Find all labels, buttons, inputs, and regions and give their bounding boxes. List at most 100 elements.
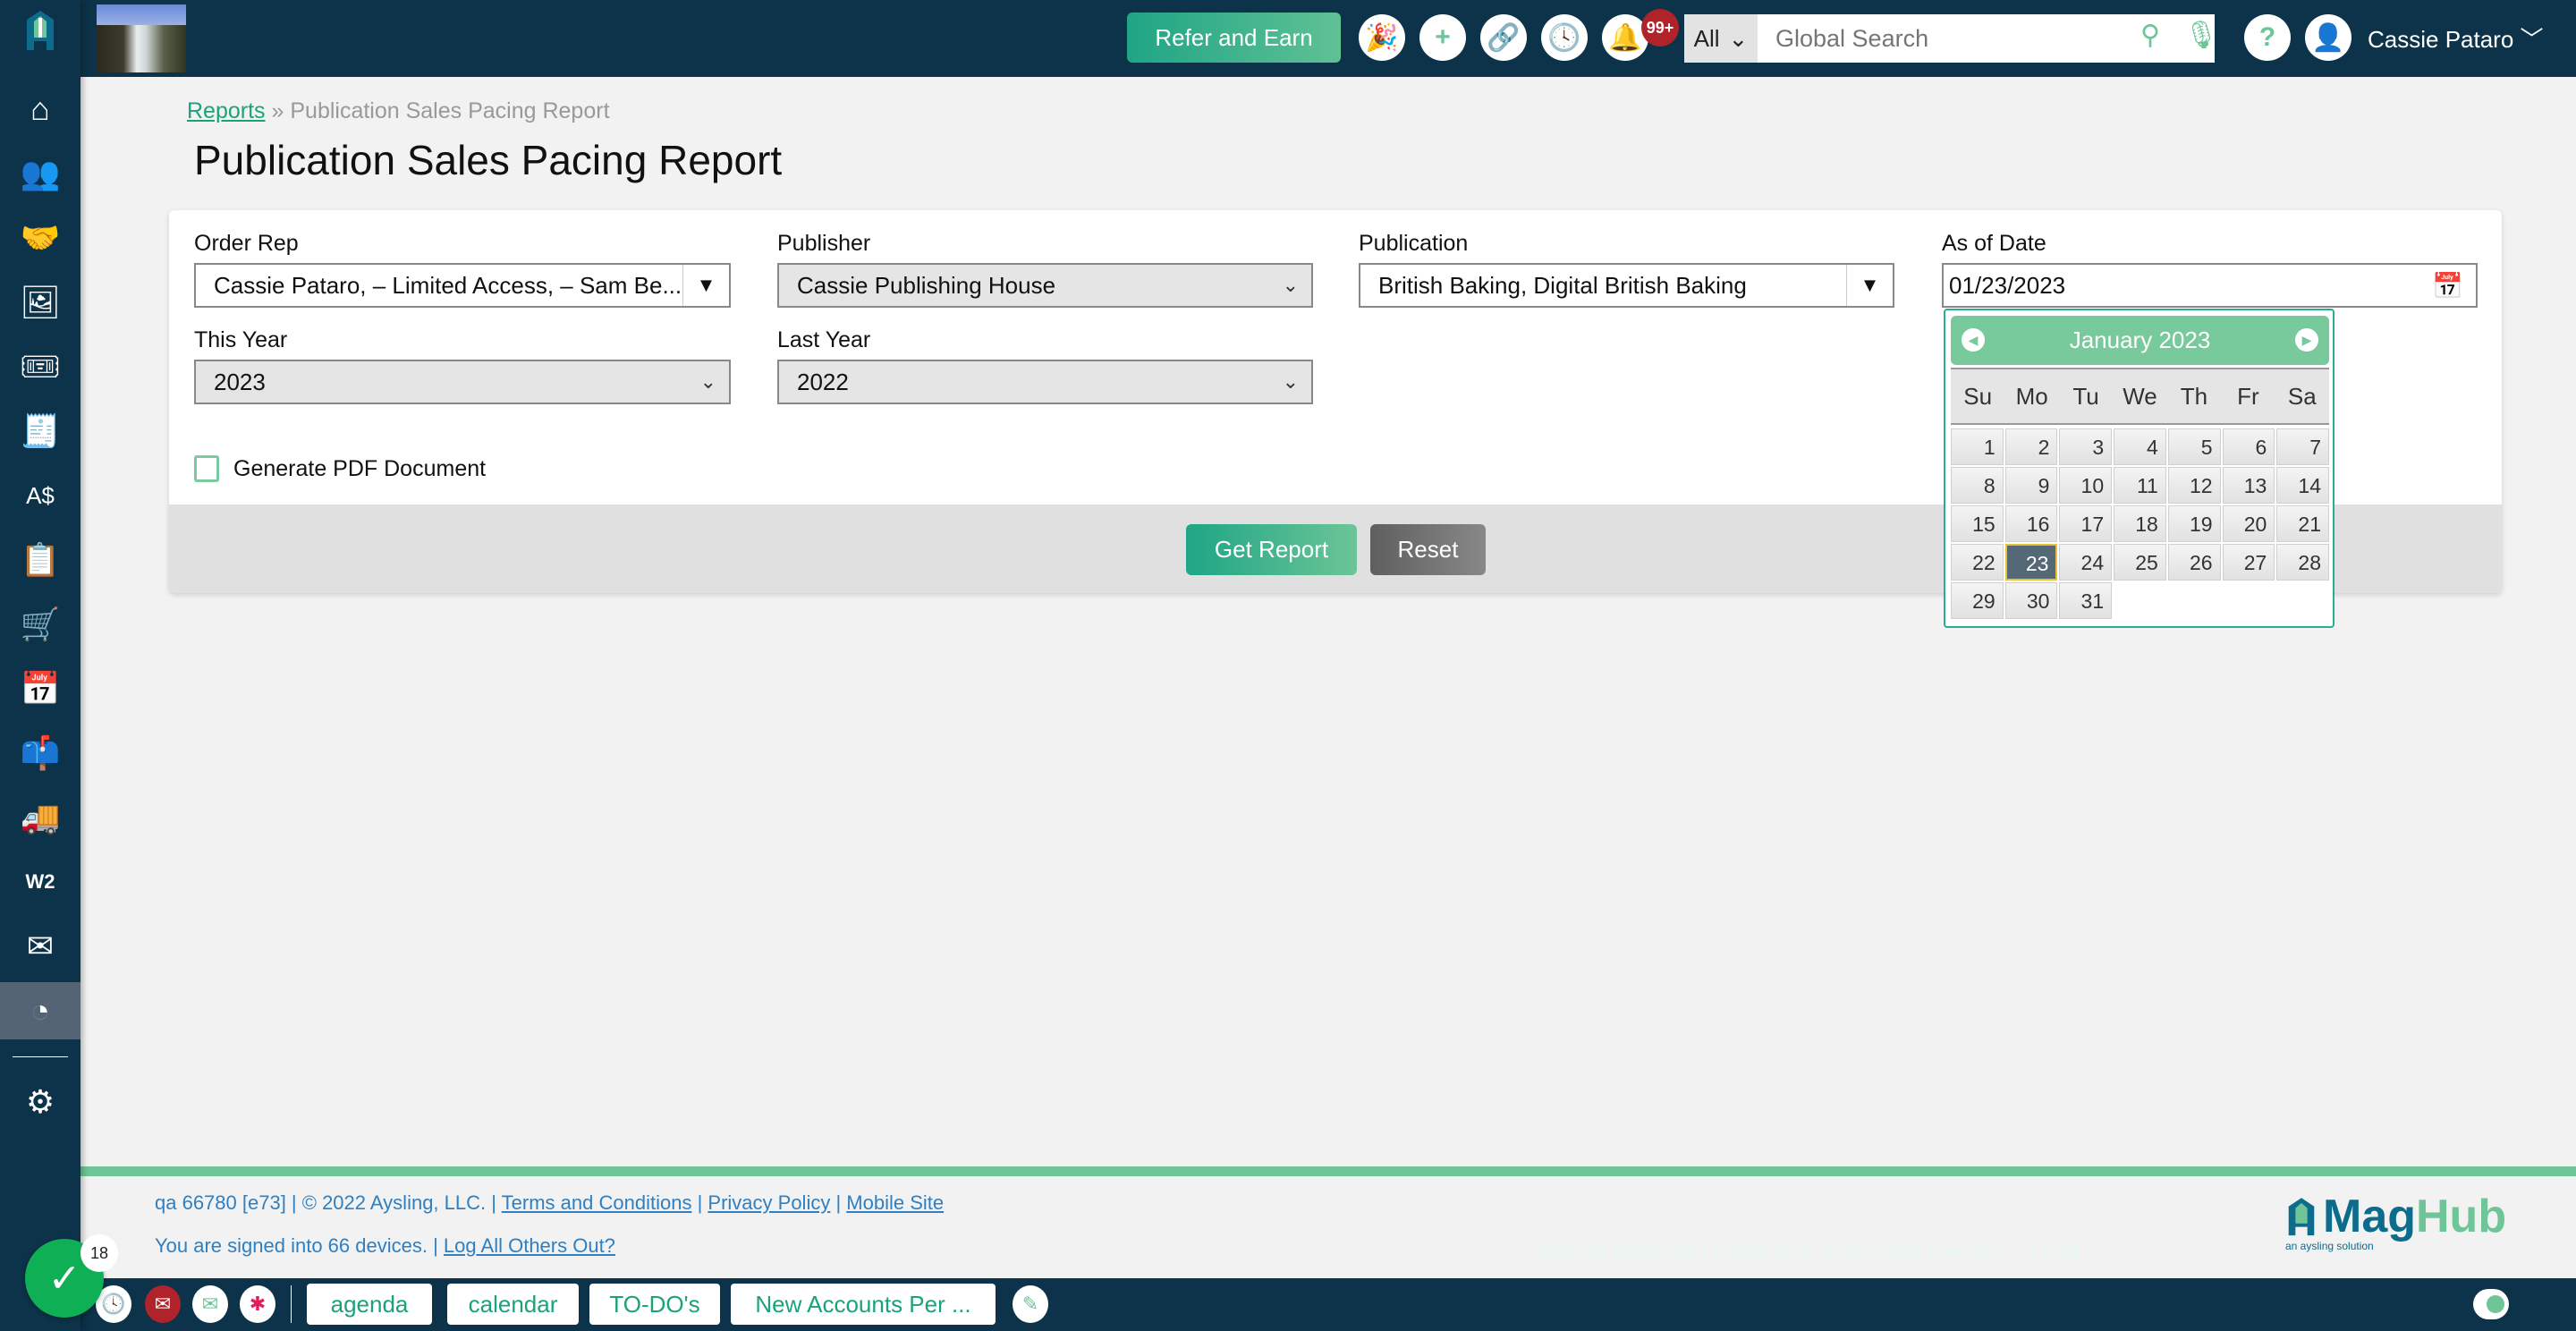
handshake-icon[interactable]: 🤝 [0, 209, 80, 267]
w2-icon[interactable]: W2 [0, 853, 80, 911]
publication-select[interactable]: British Baking, Digital British Baking ▼ [1359, 263, 1894, 308]
home-icon[interactable]: ⌂ [0, 81, 80, 138]
dropdown-triangle-icon[interactable]: ▼ [682, 265, 729, 306]
calendar-day[interactable]: 24 [2059, 544, 2113, 581]
calendar-day[interactable]: 19 [2167, 505, 2221, 542]
breadcrumb-current: Publication Sales Pacing Report [290, 98, 610, 123]
order-rep-select[interactable]: Cassie Pataro, – Limited Access, – Sam B… [194, 263, 731, 308]
as-of-date-label: As of Date [1942, 231, 2046, 256]
calendar-day[interactable]: 11 [2114, 467, 2166, 504]
cart-icon[interactable]: 🛒 [0, 596, 80, 653]
sidebar-divider [13, 1056, 68, 1057]
calendar-day[interactable]: 6 [2222, 428, 2275, 465]
privacy-link[interactable]: Privacy Policy [708, 1191, 830, 1214]
contacts-icon[interactable]: 👥 [0, 145, 80, 202]
breadcrumb-separator: » [271, 98, 284, 123]
this-year-select[interactable]: 2023 ⌄ [194, 360, 731, 404]
slack-icon[interactable]: ✱ [240, 1285, 275, 1323]
calendar-day[interactable]: 21 [2276, 505, 2329, 542]
calendar-icon[interactable]: 📅 [2432, 271, 2463, 301]
reset-button[interactable]: Reset [1370, 524, 1486, 575]
breadcrumb-reports-link[interactable]: Reports [187, 98, 266, 123]
calendar-day[interactable]: 7 [2276, 428, 2329, 465]
refer-and-earn-button[interactable]: Refer and Earn [1127, 13, 1341, 63]
calendar-day[interactable]: 25 [2114, 544, 2166, 581]
calendar-day[interactable]: 2 [2004, 428, 2058, 465]
ap-ar-icon[interactable]: A$ [0, 467, 80, 524]
calendar-day[interactable]: 1 [1951, 428, 2004, 465]
microphone-icon[interactable]: 🎙 [2184, 20, 2218, 51]
get-report-button[interactable]: Get Report [1186, 524, 1357, 575]
calendar-day[interactable]: 5 [2167, 428, 2221, 465]
calendar-day[interactable]: 9 [2004, 467, 2058, 504]
calendar-day[interactable]: 13 [2222, 467, 2275, 504]
tab-agenda[interactable]: agenda [307, 1284, 432, 1325]
tab-todos[interactable]: TO-DO's [589, 1284, 720, 1325]
envelope-icon[interactable]: ✉ [0, 918, 80, 975]
calendar-day[interactable]: 3 [2059, 428, 2113, 465]
calendar-day[interactable]: 22 [1951, 544, 2004, 581]
maghub-logo-icon[interactable] [21, 11, 59, 55]
pencil-icon[interactable]: ✎ [1013, 1285, 1048, 1323]
mailbox-icon[interactable]: 📫 [0, 725, 80, 782]
search-icon[interactable]: ⚲ [2140, 20, 2160, 51]
dropdown-triangle-icon[interactable]: ▼ [1846, 265, 1893, 306]
calendar-header: ◀ January 2023 ▶ [1951, 316, 2329, 365]
invoice-icon[interactable]: 🧾 [0, 403, 80, 460]
last-year-value: 2022 [797, 368, 849, 395]
party-popper-icon[interactable]: 🎉 [1359, 14, 1405, 61]
calendar-star-icon[interactable]: 📅 [0, 660, 80, 717]
order-rep-label: Order Rep [194, 231, 299, 256]
calendar-day[interactable]: 12 [2167, 467, 2221, 504]
calendar-day[interactable]: 17 [2059, 505, 2113, 542]
as-of-date-input[interactable]: 01/23/2023 📅 [1942, 263, 2478, 308]
search-scope-select[interactable]: All ⌄ [1684, 14, 1758, 63]
last-year-select[interactable]: 2022 ⌄ [777, 360, 1313, 404]
prev-month-icon[interactable]: ◀ [1962, 328, 1985, 352]
ticket-icon[interactable]: 🎟 [0, 338, 80, 395]
calendar-day[interactable]: 15 [1951, 505, 2004, 542]
calendar-day[interactable]: 31 [2059, 582, 2113, 619]
calendar-day[interactable]: 8 [1951, 467, 2004, 504]
help-icon[interactable]: ? [2244, 14, 2291, 61]
gear-icon[interactable]: ⚙ [0, 1073, 80, 1131]
mobile-site-link[interactable]: Mobile Site [846, 1191, 944, 1214]
reports-pie-chart-icon[interactable]: ◔ [0, 982, 80, 1039]
media-icon[interactable]: 🖼 [0, 274, 80, 331]
tab-calendar[interactable]: calendar [447, 1284, 579, 1325]
user-menu[interactable]: Cassie Pataro ﹀ [2368, 21, 2544, 55]
calendar-day[interactable]: 28 [2276, 544, 2329, 581]
calendar-day[interactable]: 14 [2276, 467, 2329, 504]
calendar-day[interactable]: 16 [2004, 505, 2058, 542]
plus-icon[interactable]: + [1419, 14, 1466, 61]
calendar-day[interactable]: 26 [2167, 544, 2221, 581]
calendar-day[interactable]: 29 [1951, 582, 2004, 619]
sidebar: ⌂ 👥 🤝 🖼 🎟 🧾 A$ 📋 🛒 📅 📫 🚚 W2 ✉ ◔ ⚙ [0, 0, 80, 1331]
publication-label: Publication [1359, 231, 1469, 256]
calendar-day[interactable]: 10 [2059, 467, 2113, 504]
calendar-day[interactable]: 4 [2114, 428, 2166, 465]
avatar[interactable]: 👤 [2305, 14, 2351, 61]
truck-icon[interactable]: 🚚 [0, 789, 80, 846]
send-mail-icon[interactable]: ✉ [192, 1285, 228, 1323]
tab-new-accounts[interactable]: New Accounts Per ... [731, 1284, 996, 1325]
task-count-badge: 18 [80, 1234, 118, 1272]
calendar-day[interactable]: 30 [2004, 582, 2058, 619]
calendar-day-selected[interactable]: 23 [2004, 544, 2058, 581]
history-clock-icon[interactable]: 🕓 [1541, 14, 1588, 61]
clipboard-check-icon[interactable]: 📋 [0, 531, 80, 589]
next-month-icon[interactable]: ▶ [2295, 328, 2318, 352]
terms-link[interactable]: Terms and Conditions [502, 1191, 692, 1214]
toggle-switch[interactable] [2473, 1289, 2509, 1319]
link-icon[interactable]: 🔗 [1480, 14, 1527, 61]
inbox-icon[interactable]: ✉ [145, 1285, 181, 1323]
calendar-day[interactable]: 20 [2222, 505, 2275, 542]
toggle-knob [2487, 1295, 2504, 1313]
waterfall-thumbnail[interactable] [97, 4, 186, 72]
publisher-select[interactable]: Cassie Publishing House ⌄ [777, 263, 1313, 308]
log-out-others-link[interactable]: Log All Others Out? [444, 1234, 615, 1257]
generate-pdf-checkbox[interactable] [194, 455, 219, 482]
calendar-day[interactable]: 27 [2222, 544, 2275, 581]
footer-links: qa 66780 [e73] | © 2022 Aysling, LLC. | … [155, 1191, 945, 1214]
calendar-day[interactable]: 18 [2114, 505, 2166, 542]
